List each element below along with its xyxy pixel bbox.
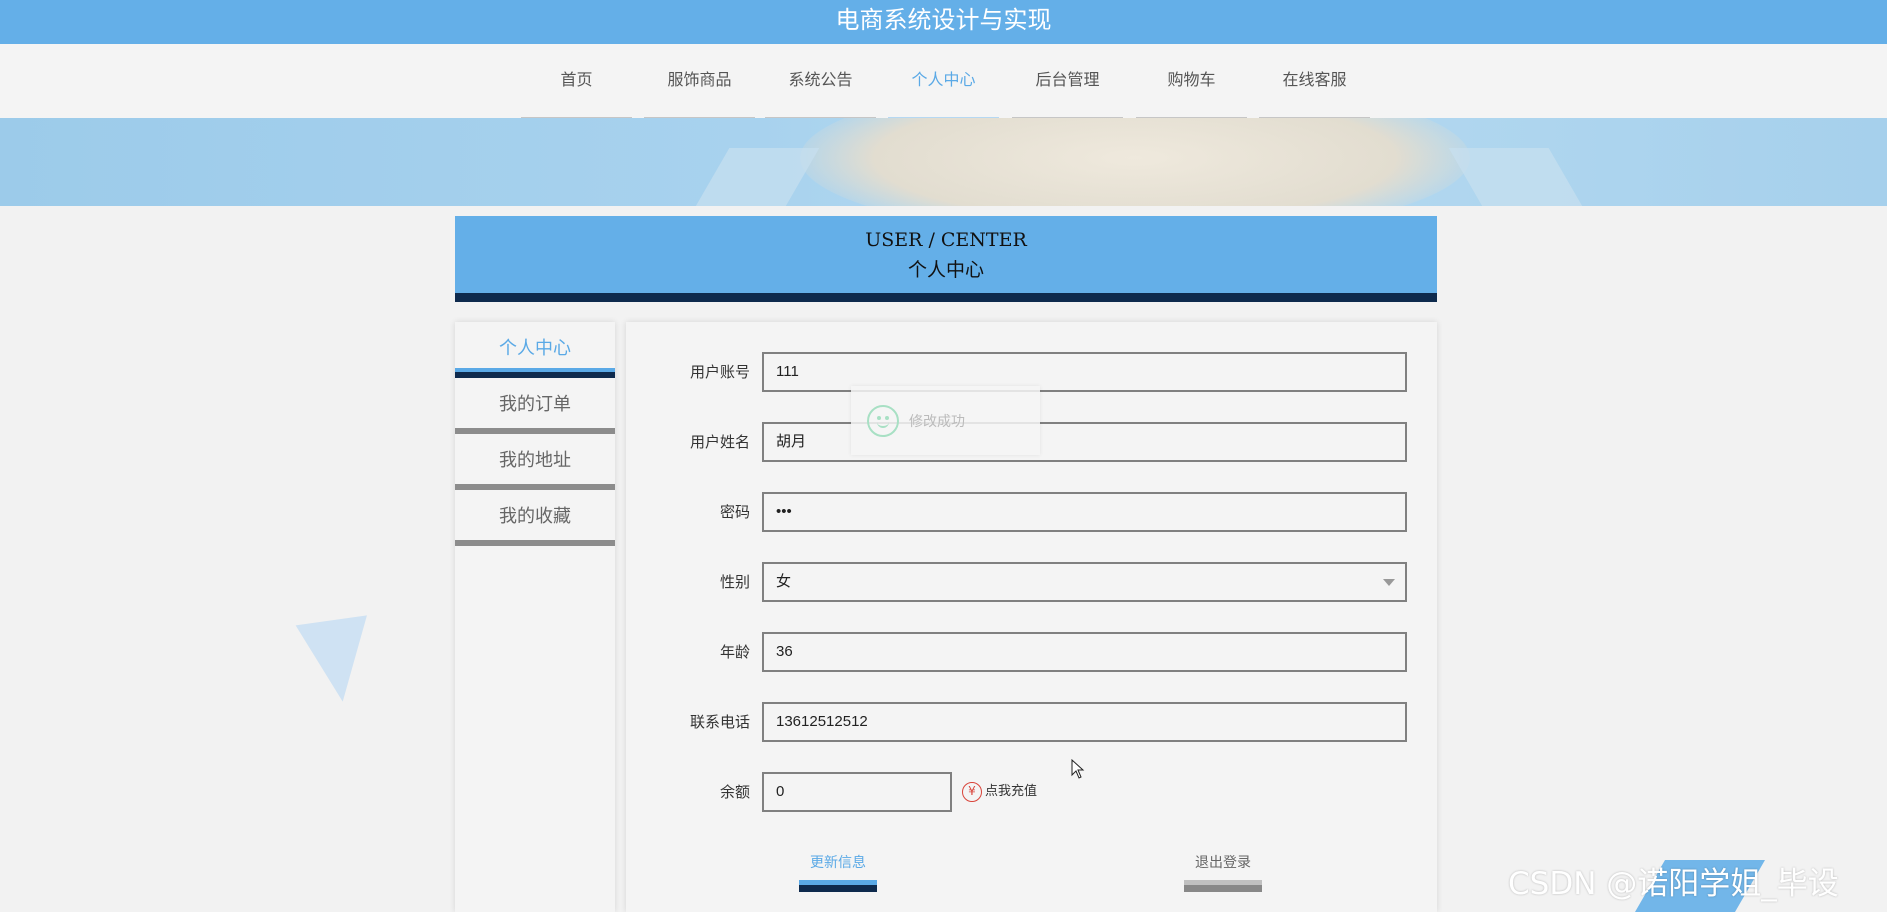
nav-item-label: 服饰商品: [667, 70, 732, 89]
page-title-cn: 个人中心: [907, 259, 984, 281]
sidebar: 个人中心 我的订单 我的地址 我的收藏: [455, 322, 615, 912]
button-bar: [799, 880, 877, 892]
sidebar-item-bar: [455, 540, 615, 546]
sidebar-item-label: 我的地址: [499, 450, 571, 471]
phone-label: 联系电话: [689, 713, 750, 731]
update-info-label: 更新信息: [810, 855, 866, 871]
age-label: 年龄: [719, 643, 750, 661]
banner-image: [0, 118, 1887, 206]
balance-field[interactable]: 0: [762, 772, 952, 812]
age-field[interactable]: 36: [762, 632, 1407, 672]
banner-shape: [1448, 148, 1584, 206]
banner-shape: [800, 118, 1470, 206]
yen-icon: ¥: [962, 781, 982, 802]
form-row-password: 密码 •••: [626, 492, 1437, 532]
page-title-en: USER / CENTER: [865, 229, 1027, 251]
sidebar-item-label: 个人中心: [499, 338, 571, 359]
banner-shape: [694, 148, 820, 206]
nav-item-label: 首页: [560, 70, 593, 89]
recharge-link[interactable]: ¥ 点我充值: [962, 780, 1037, 802]
smile-icon: [867, 405, 899, 437]
update-info-button[interactable]: 更新信息: [799, 852, 877, 892]
balance-label: 余额: [719, 783, 750, 801]
nav-item-label: 后台管理: [1035, 70, 1100, 89]
account-label: 用户账号: [689, 363, 750, 381]
nav-item-label: 系统公告: [788, 70, 853, 89]
button-bar: [1184, 880, 1262, 892]
nav-item-label: 在线客服: [1282, 70, 1347, 89]
gender-value: 女: [776, 573, 792, 590]
nav-item-label: 个人中心: [911, 70, 976, 89]
password-label: 密码: [719, 503, 750, 521]
header-underline: [455, 293, 1437, 302]
recharge-label: 点我充值: [985, 784, 1038, 799]
gender-label: 性别: [719, 573, 750, 591]
sidebar-item-label: 我的收藏: [499, 506, 571, 527]
phone-field[interactable]: 13612512512: [762, 702, 1407, 742]
sidebar-item-user-center[interactable]: 个人中心: [455, 322, 615, 378]
watermark: CSDN @诺阳学姐_毕设: [1508, 866, 1839, 902]
mouse-cursor-icon: [1071, 759, 1085, 779]
name-label: 用户姓名: [689, 433, 750, 451]
gender-select[interactable]: 女: [762, 562, 1407, 602]
form-row-phone: 联系电话 13612512512: [626, 702, 1437, 742]
main-nav: 首页 服饰商品 系统公告 个人中心 后台管理 购物车 在线客服: [0, 44, 1887, 129]
form-row-age: 年龄 36: [626, 632, 1437, 672]
page-header: USER / CENTER 个人中心: [455, 216, 1437, 302]
app-title: 电商系统设计与实现: [835, 6, 1052, 34]
app-title-bar: 电商系统设计与实现: [0, 0, 1887, 44]
nav-item-label: 购物车: [1167, 70, 1216, 89]
sidebar-item-bar: [455, 368, 615, 378]
sidebar-item-label: 我的订单: [499, 394, 571, 415]
sidebar-item-orders[interactable]: 我的订单: [455, 378, 615, 434]
sidebar-item-favorites[interactable]: 我的收藏: [455, 490, 615, 546]
sidebar-item-addresses[interactable]: 我的地址: [455, 434, 615, 490]
form-row-gender: 性别 女: [626, 562, 1437, 602]
logout-label: 退出登录: [1195, 855, 1251, 871]
form-row-balance: 余额 0 ¥ 点我充值: [626, 772, 1437, 812]
chevron-down-icon: [1383, 579, 1395, 586]
decorative-triangle: [295, 615, 379, 707]
toast-message: 修改成功: [909, 414, 965, 430]
success-toast: 修改成功: [851, 386, 1040, 455]
logout-button[interactable]: 退出登录: [1184, 852, 1262, 892]
password-field[interactable]: •••: [762, 492, 1407, 532]
